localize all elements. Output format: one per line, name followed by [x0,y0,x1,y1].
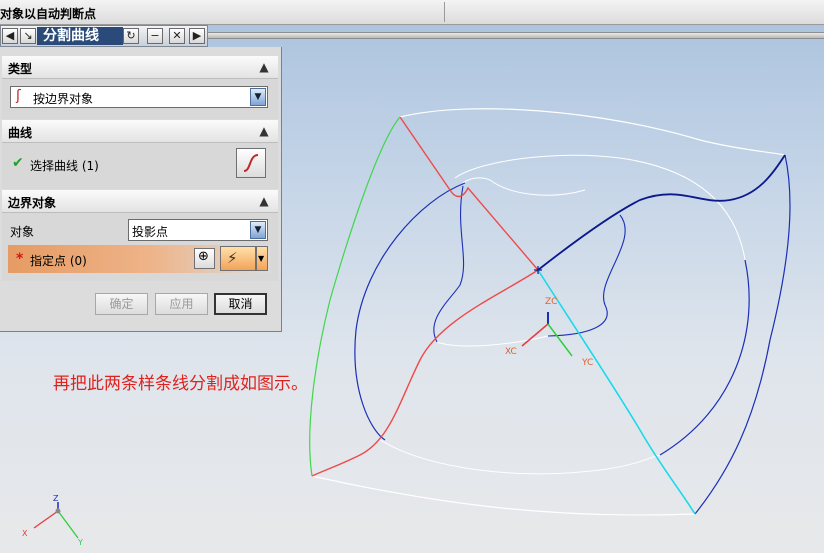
blue-right-outer [694,154,791,515]
expand-right-button[interactable]: ▶ [189,28,205,44]
blue-left-arc [354,182,466,441]
section-curve-body: ✔ 选择曲线 (1) [2,143,278,189]
triad-center-y [547,323,573,357]
select-curve-button[interactable] [236,148,266,178]
chevron-up-icon[interactable]: ▲ [256,123,272,139]
minimize-button[interactable]: − [147,28,163,44]
dialog-titlebar[interactable]: ◀ ↘ 分割曲线 ↻ − ✕ ▶ [0,25,208,47]
chevron-down-icon[interactable]: ▼ [250,88,266,106]
apply-button[interactable]: 应用 [155,293,208,315]
reset-icon[interactable]: ↻ [123,28,139,44]
collapse-left-button[interactable]: ◀ [2,28,18,44]
white-top-curve [399,108,786,156]
white-inner-ring [454,154,746,261]
chevron-up-icon[interactable]: ▲ [256,193,272,209]
triad-yc-label: YC [582,358,594,368]
section-type-header[interactable]: 类型 ▲ [2,56,278,79]
triad-y-label: Y [78,538,83,547]
section-boundary-title: 边界对象 [8,196,57,210]
type-select[interactable]: ʃ 按边界对象 ▼ [10,86,268,108]
triad-corner-y [57,510,79,539]
specify-point-label: 指定点 (0) [30,254,87,268]
chevron-down-icon[interactable]: ▼ [258,254,264,263]
object-label: 对象 [10,225,35,239]
inferred-point-button[interactable]: ⚡ [220,246,256,271]
section-curve-title: 曲线 [8,126,33,140]
point-dialog-button[interactable]: ⊕ [194,248,215,269]
curve-icon [243,154,259,172]
chevron-down-icon[interactable]: ▼ [250,221,266,239]
dialog-title: 分割曲线 [37,27,123,45]
select-curve-label: 选择曲线 (1) [30,159,99,173]
cyan-spline [537,269,696,515]
section-boundary-header[interactable]: 边界对象 ▲ [2,190,278,213]
ok-button[interactable]: 确定 [95,293,148,315]
lightning-icon: ⚡ [227,249,238,267]
annotation-text: 再把此两条样条线分割成如图示。 [53,374,308,394]
top-toolbar: 对象以自动判断点 [0,0,824,25]
chevron-up-icon[interactable]: ▲ [256,59,272,75]
spline-icon: ʃ [16,88,21,104]
checkmark-icon: ✔ [12,155,24,171]
point-type-dropdown[interactable]: ▼ [256,246,268,271]
red-spline [311,116,540,477]
split-curve-dialog: 类型 ▲ ʃ 按边界对象 ▼ 曲线 ▲ ✔ 选择曲线 (1) 边界对象 ▲ 对象… [0,47,282,332]
cancel-button[interactable]: 取消 [214,293,267,315]
white-bottom-curve [311,475,696,516]
triad-xc-label: XC [505,347,517,357]
close-button[interactable]: ✕ [169,28,185,44]
object-select[interactable]: 投影点 ▼ [128,219,268,241]
white-lower-ring [379,439,661,475]
triad-center-x [521,323,549,347]
toolbar-separator [444,2,445,22]
section-curve-header[interactable]: 曲线 ▲ [2,120,278,143]
triad-corner-x [33,510,59,529]
triad-z-label: Z [53,494,59,503]
section-type-body: ʃ 按边界对象 ▼ [2,79,278,119]
green-edge-curve [309,116,401,477]
specify-point-row[interactable]: * 指定点 (0) ⊕ ⚡ ▼ [8,245,270,273]
white-inner-profile [462,177,586,196]
dark-blue-spline [537,154,786,271]
triad-zc-label: ZC [545,297,558,307]
dialog-icon: ↘ [20,28,36,44]
dialog-ribbon [208,32,824,39]
required-asterisk-icon: * [16,251,24,267]
point-plus-icon: ⊕ [198,249,209,264]
triad-x-label: X [22,529,28,538]
type-select-value: 按边界对象 [33,92,94,106]
blue-right-arc [659,259,750,456]
section-type-title: 类型 [8,62,33,76]
object-select-value: 投影点 [132,225,169,239]
selection-hint: 对象以自动判断点 [0,7,97,21]
